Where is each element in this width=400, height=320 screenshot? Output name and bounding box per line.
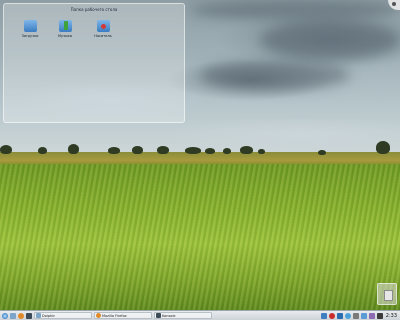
home-folder-icon: [58, 20, 72, 32]
wallpaper-tree: [157, 146, 169, 154]
wallpaper-tree: [0, 145, 12, 154]
firefox-icon: [96, 313, 101, 318]
wallpaper-tree: [132, 146, 143, 154]
terminal-icon: [156, 313, 161, 318]
task-button[interactable]: Dolphin: [34, 312, 92, 319]
update-icon[interactable]: [328, 312, 335, 319]
wallpaper-tree: [205, 148, 215, 154]
wallpaper-tree: [240, 146, 253, 154]
task-button[interactable]: Konsole: [154, 312, 212, 319]
wallpaper-cloud: [260, 20, 400, 60]
system-tray: 2:33: [319, 312, 400, 319]
quick-launch-item[interactable]: [10, 312, 16, 319]
desktop-icon-label: Загрузки: [21, 34, 39, 38]
quick-launch-item[interactable]: [18, 312, 24, 319]
battery-icon[interactable]: [352, 312, 359, 319]
file-manager-icon: [36, 313, 41, 318]
terminal-icon: [26, 312, 32, 319]
firefox-icon: [18, 312, 24, 319]
desktop-icon-media[interactable]: Носитель: [88, 20, 118, 38]
toolbox-icon: [392, 2, 396, 6]
clock[interactable]: 2:33: [386, 313, 397, 319]
pager-icon[interactable]: [320, 312, 327, 319]
kde-menu-icon: [2, 312, 8, 319]
device-notifier-icon[interactable]: [376, 312, 383, 319]
wallpaper-tree: [185, 147, 201, 154]
quick-launch-item[interactable]: [26, 312, 32, 319]
task-label: Dolphin: [42, 313, 56, 318]
keyboard-layout-icon[interactable]: [360, 312, 367, 319]
media-icon: [96, 20, 110, 32]
wallpaper-tree: [376, 141, 390, 154]
panel-taskbar: Dolphin Mozilla Firefox Konsole 2:33: [0, 310, 400, 320]
file-manager-icon: [10, 312, 16, 319]
wallpaper-tree: [318, 150, 326, 155]
folder-icon: [23, 20, 37, 32]
network-icon[interactable]: [336, 312, 343, 319]
task-label: Konsole: [162, 313, 176, 318]
wallpaper-tree: [68, 144, 79, 154]
desktop-icon-label: Музыка: [58, 34, 72, 38]
volume-icon[interactable]: [344, 312, 351, 319]
wallpaper-tree: [223, 148, 231, 154]
kickoff-launcher[interactable]: [2, 312, 8, 319]
wallpaper-cloud: [190, 0, 400, 20]
wallpaper-tree: [38, 147, 47, 154]
trash-icon: [384, 290, 393, 301]
task-button[interactable]: Mozilla Firefox: [94, 312, 152, 319]
task-label: Mozilla Firefox: [102, 313, 127, 318]
wallpaper-tree: [258, 149, 265, 154]
folder-view-title: Папка рабочего стола: [70, 7, 118, 12]
trash-widget[interactable]: [377, 283, 397, 305]
wallpaper-cloud: [200, 60, 350, 90]
desktop-icon-music[interactable]: Музыка: [50, 20, 80, 38]
clipboard-icon[interactable]: [368, 312, 375, 319]
desktop-icon-label: Носитель: [94, 34, 112, 38]
desktop-icon-downloads[interactable]: Загрузки: [15, 20, 45, 38]
wallpaper-tree: [108, 147, 120, 154]
folder-view-widget[interactable]: Папка рабочего стола Загрузки Музыка Нос…: [3, 3, 185, 123]
wallpaper-field: [0, 164, 400, 310]
